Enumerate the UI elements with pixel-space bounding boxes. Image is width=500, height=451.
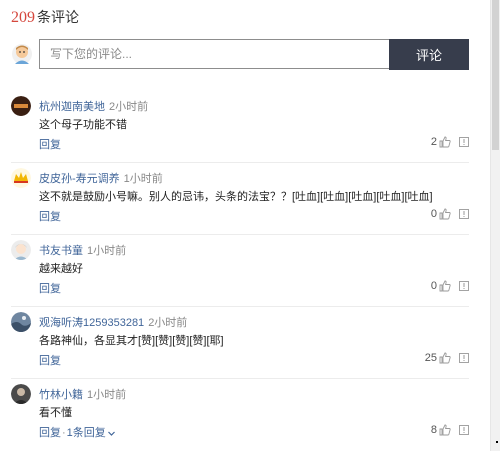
separator-dot: · <box>62 427 66 439</box>
comment-item: 观海听涛1259353281 2小时前 各路神仙，各显其才[赞][赞][赞][赞]… <box>11 307 469 379</box>
report-icon[interactable] <box>459 353 469 363</box>
chevron-down-icon <box>107 431 115 436</box>
report-icon[interactable] <box>459 425 469 435</box>
stray-dot <box>496 441 498 443</box>
like-count: 0 <box>430 208 437 220</box>
comment-count-label: 条评论 <box>37 9 79 25</box>
comment-count: 209 <box>11 9 35 26</box>
reply-button[interactable]: 回复 <box>39 139 61 151</box>
avatar[interactable] <box>11 168 31 188</box>
like-count: 2 <box>430 136 437 148</box>
scrollbar-thumb[interactable] <box>492 0 499 150</box>
scrollbar[interactable] <box>490 0 500 451</box>
comment-time: 1小时前 <box>123 173 163 185</box>
comment-username[interactable]: 书友书童 <box>39 245 83 257</box>
replies-count: 1条回复 <box>66 427 106 439</box>
comment-time: 1小时前 <box>87 245 127 257</box>
reply-button[interactable]: 回复 <box>39 355 61 367</box>
reply-button[interactable]: 回复 <box>39 427 61 439</box>
comment-username[interactable]: 皮皮孙-寿元调养 <box>39 173 120 185</box>
comment-time: 1小时前 <box>87 389 127 401</box>
comment-list: 杭州迦南美地 2小时前 这个母子功能不错 回复 2 皮皮孙-寿元调养 1小时前 这不… <box>11 91 469 450</box>
view-replies-button[interactable]: 1条回复 <box>67 427 116 439</box>
like-count: 25 <box>424 352 437 364</box>
like-count: 0 <box>430 280 437 292</box>
comment-composer: 评论 <box>11 39 469 71</box>
comment-item: 杭州迦南美地 2小时前 这个母子功能不错 回复 2 <box>11 91 469 163</box>
report-icon[interactable] <box>459 209 469 219</box>
comment-time: 2小时前 <box>109 101 149 113</box>
avatar[interactable] <box>11 96 31 116</box>
reply-button[interactable]: 回复 <box>39 211 61 223</box>
comment-username[interactable]: 杭州迦南美地 <box>39 101 105 113</box>
comment-text: 越来越好 <box>39 263 83 275</box>
thumbs-up-icon[interactable] <box>439 352 451 364</box>
comments-header: 209 条评论 <box>11 7 79 27</box>
comment-item: 竹林小籍 1小时前 看不懂 回复·1条回复 8 <box>11 379 469 450</box>
comment-text: 这不就是鼓励小号嘛。别人的忌讳，头条的法宝？？[吐血][吐血][吐血][吐血][… <box>39 191 433 203</box>
report-icon[interactable] <box>459 137 469 147</box>
avatar[interactable] <box>11 240 31 260</box>
comment-username[interactable]: 竹林小籍 <box>39 389 83 401</box>
thumbs-up-icon[interactable] <box>439 424 451 436</box>
thumbs-up-icon[interactable] <box>439 136 451 148</box>
comment-item: 书友书童 1小时前 越来越好 回复 0 <box>11 235 469 307</box>
comment-time: 2小时前 <box>148 317 188 329</box>
comment-username[interactable]: 观海听涛1259353281 <box>39 317 144 329</box>
thumbs-up-icon[interactable] <box>439 280 451 292</box>
comment-text: 看不懂 <box>39 407 72 419</box>
avatar[interactable] <box>11 312 31 332</box>
thumbs-up-icon[interactable] <box>439 208 451 220</box>
report-icon[interactable] <box>459 281 469 291</box>
avatar[interactable] <box>11 384 31 404</box>
comment-text: 各路神仙，各显其才[赞][赞][赞][赞][耶] <box>39 335 224 347</box>
reply-button[interactable]: 回复 <box>39 283 61 295</box>
like-count: 8 <box>430 424 437 436</box>
submit-comment-button[interactable]: 评论 <box>389 39 469 70</box>
user-avatar-icon <box>12 44 32 64</box>
comment-text: 这个母子功能不错 <box>39 119 127 131</box>
comment-item: 皮皮孙-寿元调养 1小时前 这不就是鼓励小号嘛。别人的忌讳，头条的法宝？？[吐血]… <box>11 163 469 235</box>
comment-input[interactable] <box>39 39 389 69</box>
